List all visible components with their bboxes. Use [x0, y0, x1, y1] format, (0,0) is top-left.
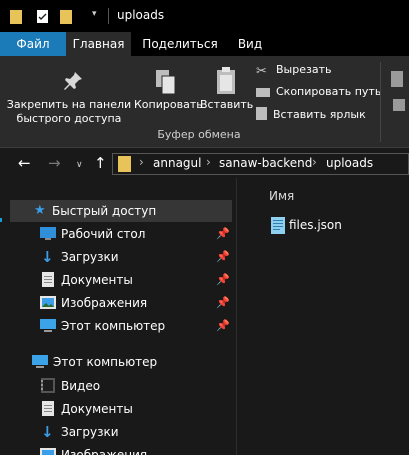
tab-share[interactable]: Поделиться	[140, 32, 220, 56]
pin-to-quick-access-button[interactable]: Закрепить на панели быстрого доступа	[4, 60, 134, 126]
address-bar[interactable]: › annagul › sanaw-backend › uploads	[112, 153, 409, 175]
nav-item-label: Документы	[61, 402, 133, 416]
title-bar: ▾ uploads	[0, 0, 409, 32]
pin-icon	[64, 72, 82, 90]
nav-item-documents-pc[interactable]: Документы	[40, 398, 226, 420]
copy-path-button[interactable]: Скопировать путь	[256, 85, 381, 98]
document-icon	[42, 272, 54, 287]
nav-item-label: Документы	[61, 273, 133, 287]
ribbon-tabs: Файл Главная Поделиться Вид	[0, 32, 409, 56]
paste-label: Вставить	[200, 98, 254, 111]
address-row: ← → ∨ ↑ › annagul › sanaw-backend › uplo…	[0, 148, 409, 178]
folder-icon	[118, 156, 131, 172]
clipboard-group-label: Буфер обмена	[157, 128, 241, 141]
move-to-icon[interactable]	[390, 70, 404, 88]
ribbon-group-separator	[380, 62, 381, 142]
tab-home[interactable]: Главная	[66, 32, 131, 56]
document-icon	[42, 401, 54, 416]
pin-label-line2: быстрого доступа	[16, 112, 122, 125]
recent-locations-chevron-icon[interactable]: ∨	[76, 157, 83, 173]
title-separator	[108, 8, 109, 24]
video-icon	[41, 378, 55, 393]
window-title: uploads	[117, 8, 165, 22]
nav-item-pictures[interactable]: Изображения 📌	[40, 292, 230, 314]
breadcrumb-annagul[interactable]: annagul	[153, 156, 201, 170]
copy-button[interactable]: Копировать	[134, 60, 203, 126]
json-file-icon	[271, 217, 285, 234]
tab-file[interactable]: Файл	[0, 32, 66, 56]
back-arrow-icon[interactable]: ←	[18, 155, 31, 171]
star-icon: ★	[34, 203, 46, 218]
breadcrumb-separator-icon[interactable]: ›	[312, 155, 317, 169]
nav-item-label: Видео	[61, 379, 101, 393]
computer-icon	[40, 319, 56, 332]
nav-item-pictures-pc[interactable]: Изображения	[40, 444, 226, 455]
cut-label: Вырезать	[276, 63, 332, 76]
up-arrow-icon[interactable]: ↑	[94, 155, 107, 171]
nav-item-documents[interactable]: Документы 📌	[40, 269, 230, 291]
pictures-icon	[40, 296, 56, 309]
cut-button[interactable]: ✂ Вырезать	[256, 63, 331, 78]
paste-shortcut-label: Вставить ярлык	[273, 108, 366, 121]
customize-toolbar-chevron-icon[interactable]: ▾	[92, 9, 97, 19]
pin-icon[interactable]: 📌	[216, 227, 230, 240]
nav-quick-access[interactable]: ★ Быстрый доступ	[34, 200, 232, 222]
pictures-icon	[40, 448, 56, 455]
computer-icon	[32, 355, 48, 368]
nav-item-label: Этот компьютер	[61, 319, 166, 333]
copy-icon	[156, 70, 176, 95]
nav-item-label: Изображения	[61, 296, 148, 310]
nav-this-pc-label: Этот компьютер	[53, 355, 158, 369]
paste-shortcut-icon	[256, 107, 267, 120]
pin-icon[interactable]: 📌	[216, 319, 230, 332]
nav-item-label: Изображения	[61, 448, 148, 455]
file-list-pane: Имя files.json	[237, 178, 409, 455]
navigation-pane: ★ Быстрый доступ Рабочий стол 📌 ↓ Загруз…	[0, 178, 236, 455]
nav-item-desktop[interactable]: Рабочий стол 📌	[40, 223, 230, 245]
copy-label: Копировать	[134, 98, 203, 111]
folder-icon	[10, 10, 22, 24]
nav-this-pc[interactable]: Этот компьютер	[32, 351, 228, 373]
paste-button[interactable]: Вставить	[200, 60, 254, 126]
download-arrow-icon: ↓	[41, 423, 54, 441]
desktop-icon	[40, 227, 56, 240]
copy-path-icon	[256, 88, 270, 97]
nav-item-videos[interactable]: Видео	[40, 375, 226, 397]
paste-shortcut-button[interactable]: Вставить ярлык	[256, 107, 366, 121]
pin-icon[interactable]: 📌	[216, 250, 230, 263]
forward-arrow-icon[interactable]: →	[48, 155, 61, 171]
ribbon-home: Закрепить на панели быстрого доступа Коп…	[0, 56, 409, 148]
nav-item-downloads-pc[interactable]: ↓ Загрузки	[40, 421, 226, 443]
edge-marker	[0, 218, 2, 222]
nav-item-label: Загрузки	[61, 250, 119, 264]
pin-icon[interactable]: 📌	[216, 273, 230, 286]
nav-quick-access-label: Быстрый доступ	[52, 204, 157, 218]
file-name: files.json	[289, 218, 342, 232]
nav-item-downloads[interactable]: ↓ Загрузки 📌	[40, 246, 230, 268]
breadcrumb-sanaw-backend[interactable]: sanaw-backend	[219, 156, 312, 170]
breadcrumb-uploads[interactable]: uploads	[326, 156, 373, 170]
nav-item-label: Загрузки	[61, 425, 119, 439]
nav-item-label: Рабочий стол	[61, 227, 146, 241]
copy-to-icon[interactable]	[392, 98, 406, 112]
column-header-name[interactable]: Имя	[269, 189, 294, 203]
breadcrumb-separator-icon[interactable]: ›	[206, 155, 211, 169]
pin-icon[interactable]: 📌	[216, 296, 230, 309]
copy-path-label: Скопировать путь	[276, 85, 382, 98]
pin-label-line1: Закрепить на панели	[6, 98, 132, 111]
breadcrumb-separator-icon[interactable]: ›	[139, 155, 144, 169]
paste-icon	[217, 67, 235, 94]
tab-view[interactable]: Вид	[228, 32, 272, 56]
properties-icon[interactable]	[36, 9, 50, 24]
new-folder-icon[interactable]	[60, 9, 72, 24]
nav-item-this-pc-pinned[interactable]: Этот компьютер 📌	[40, 315, 230, 337]
download-arrow-icon: ↓	[41, 248, 54, 266]
scissors-icon: ✂	[256, 64, 267, 79]
